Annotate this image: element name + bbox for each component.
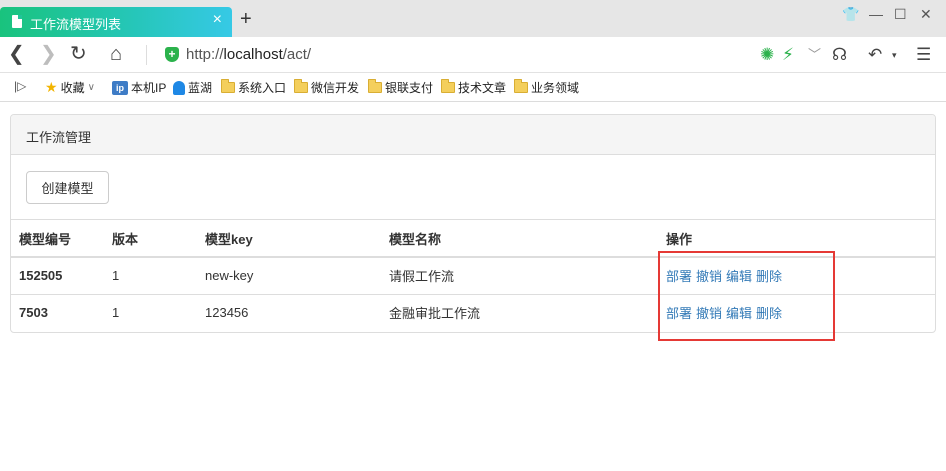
cell-version: 1 bbox=[104, 293, 197, 331]
panel-title: 工作流管理 bbox=[26, 130, 92, 145]
cell-model-name: 请假工作流 bbox=[381, 256, 658, 294]
delete-link[interactable]: 删除 bbox=[756, 306, 782, 321]
edit-link[interactable]: 编辑 bbox=[726, 269, 752, 284]
bookmark-tech-articles[interactable]: 技术文章 bbox=[441, 79, 506, 96]
address-separator bbox=[146, 45, 147, 65]
bookmark-wechat-dev[interactable]: 微信开发 bbox=[294, 79, 359, 96]
maximize-icon[interactable]: ☐ bbox=[894, 6, 907, 23]
address-input[interactable]: http://localhost/act/ bbox=[186, 46, 311, 63]
home-icon[interactable]: ⌂ bbox=[110, 43, 122, 65]
url-host: localhost bbox=[223, 46, 283, 63]
workflow-panel: 工作流管理 创建模型 模型编号 版本 模型key 模型名称 操作 152505 bbox=[10, 114, 936, 333]
model-table: 模型编号 版本 模型key 模型名称 操作 152505 1 new-key 请… bbox=[11, 220, 935, 331]
page-content: 工作流管理 创建模型 模型编号 版本 模型key 模型名称 操作 152505 bbox=[0, 103, 946, 471]
sidebar-toggle-icon[interactable]: |▷ bbox=[14, 79, 26, 93]
col-header-id: 模型编号 bbox=[11, 220, 104, 258]
bookmark-label: 收藏 bbox=[60, 81, 85, 95]
bookmark-label: 技术文章 bbox=[458, 81, 507, 95]
cell-version: 1 bbox=[104, 256, 197, 294]
delete-link[interactable]: 删除 bbox=[756, 269, 782, 284]
bookmark-label: 本机IP bbox=[131, 81, 167, 95]
folder-icon bbox=[221, 79, 235, 93]
back-arrow-icon[interactable]: ❮ bbox=[8, 43, 25, 65]
panel-heading: 工作流管理 bbox=[11, 115, 935, 155]
create-model-button[interactable]: 创建模型 bbox=[26, 171, 109, 204]
cell-model-key: 123456 bbox=[197, 293, 381, 331]
cell-model-key: new-key bbox=[197, 256, 381, 294]
bookmarks-bar: |▷ ★ 收藏 ∨ ip 本机IP 蓝湖 系统入口 微信开发 银联支付 技术文章… bbox=[0, 73, 946, 102]
bookmark-favorites[interactable]: ★ 收藏 ∨ bbox=[45, 79, 95, 96]
chevron-down-icon: ∨ bbox=[87, 82, 95, 93]
undo-dropdown-icon[interactable]: ▾ bbox=[892, 44, 897, 66]
forward-arrow-icon[interactable]: ❯ bbox=[40, 43, 57, 65]
table-row: 7503 1 123456 金融审批工作流 部署 撤销 编辑 删除 bbox=[11, 293, 935, 331]
undo-icon[interactable]: ↶ bbox=[868, 44, 882, 66]
cell-model-id: 7503 bbox=[11, 293, 104, 331]
folder-icon bbox=[514, 79, 528, 93]
bookmark-label: 蓝湖 bbox=[188, 81, 213, 95]
bookmark-local-ip[interactable]: ip 本机IP bbox=[112, 79, 166, 96]
bookmark-business-domain[interactable]: 业务领域 bbox=[514, 79, 579, 96]
new-tab-button[interactable]: + bbox=[240, 9, 252, 29]
revoke-link[interactable]: 撤销 bbox=[696, 269, 722, 284]
cell-actions: 部署 撤销 编辑 删除 bbox=[658, 293, 935, 331]
shirt-icon[interactable]: 👕 bbox=[842, 6, 859, 23]
ip-icon: ip bbox=[112, 80, 128, 95]
lanhu-icon bbox=[173, 80, 185, 95]
shield-icon[interactable]: + bbox=[165, 47, 179, 62]
lightning-icon[interactable]: ⚡ bbox=[782, 44, 794, 66]
bookmark-unionpay[interactable]: 银联支付 bbox=[368, 79, 433, 96]
url-path: /act/ bbox=[282, 46, 312, 63]
folder-icon bbox=[368, 79, 382, 93]
navigation-bar: ❮ ❯ ↻ ⌂ + http://localhost/act/ ✺ ⚡ ﹀ ☊ … bbox=[0, 37, 946, 73]
revoke-link[interactable]: 撤销 bbox=[696, 306, 722, 321]
cell-model-name: 金融审批工作流 bbox=[381, 293, 658, 331]
speed-mode-icon[interactable]: ✺ bbox=[760, 44, 774, 66]
bookmark-label: 银联支付 bbox=[385, 81, 434, 95]
edit-link[interactable]: 编辑 bbox=[726, 306, 752, 321]
bookmark-lanhu[interactable]: 蓝湖 bbox=[173, 79, 212, 96]
close-window-icon[interactable]: ✕ bbox=[920, 6, 932, 23]
col-header-key: 模型key bbox=[197, 220, 381, 258]
chevron-down-icon[interactable]: ﹀ bbox=[808, 44, 821, 66]
col-header-name: 模型名称 bbox=[381, 220, 658, 258]
tab-close-icon[interactable]: × bbox=[213, 11, 222, 29]
deploy-link[interactable]: 部署 bbox=[666, 269, 692, 284]
cell-model-id: 152505 bbox=[11, 256, 104, 294]
headphones-icon[interactable]: ☊ bbox=[832, 44, 847, 66]
bookmark-label: 业务领域 bbox=[531, 81, 580, 95]
tab-title: 工作流模型列表 bbox=[30, 17, 122, 32]
folder-icon bbox=[294, 79, 308, 93]
bookmark-label: 微信开发 bbox=[311, 81, 360, 95]
cell-actions: 部署 撤销 编辑 删除 bbox=[658, 256, 935, 294]
browser-tab-active[interactable]: 工作流模型列表 × bbox=[0, 7, 232, 37]
bookmark-label: 系统入口 bbox=[238, 81, 287, 95]
bookmark-system-entry[interactable]: 系统入口 bbox=[221, 79, 286, 96]
menu-icon[interactable]: ☰ bbox=[916, 44, 931, 66]
table-header-row: 模型编号 版本 模型key 模型名称 操作 bbox=[11, 220, 935, 258]
col-header-actions: 操作 bbox=[658, 220, 935, 258]
deploy-link[interactable]: 部署 bbox=[666, 306, 692, 321]
reload-icon[interactable]: ↻ bbox=[70, 43, 87, 65]
col-header-version: 版本 bbox=[104, 220, 197, 258]
minimize-icon[interactable]: — bbox=[869, 6, 883, 22]
folder-icon bbox=[441, 79, 455, 93]
document-icon bbox=[12, 15, 22, 28]
model-table-wrapper: 模型编号 版本 模型key 模型名称 操作 152505 1 new-key 请… bbox=[11, 219, 935, 331]
tab-strip: 工作流模型列表 × + 👕 — ☐ ✕ bbox=[0, 0, 946, 37]
url-scheme: http:// bbox=[186, 46, 224, 63]
table-row: 152505 1 new-key 请假工作流 部署 撤销 编辑 删除 bbox=[11, 256, 935, 294]
star-icon: ★ bbox=[45, 79, 58, 95]
